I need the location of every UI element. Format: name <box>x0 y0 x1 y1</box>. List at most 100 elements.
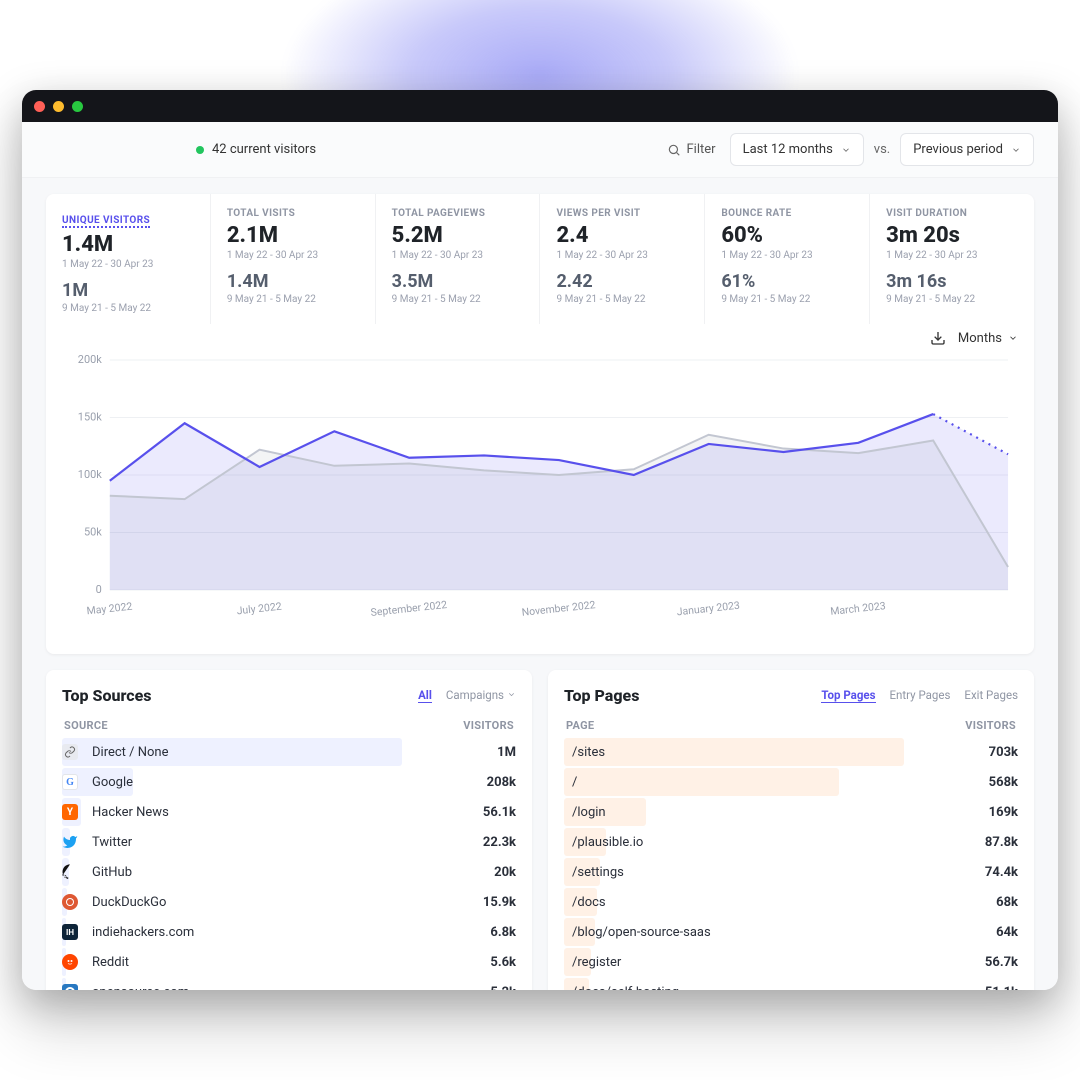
close-window-dot[interactable] <box>34 101 45 112</box>
list-item[interactable]: Direct / None 1M <box>62 738 516 766</box>
metric-value: 3m 20s <box>886 223 1018 248</box>
row-value: 22.3k <box>460 835 516 850</box>
top-sources-panel: Top Sources AllCampaigns Source Visitors… <box>46 670 532 990</box>
svg-text:150k: 150k <box>78 410 102 423</box>
filter-button[interactable]: Filter <box>667 142 716 157</box>
list-item[interactable]: /register56.7k <box>564 948 1018 976</box>
col-source: Source <box>64 719 108 732</box>
svg-text:November 2022: November 2022 <box>521 598 596 619</box>
list-item[interactable]: /plausible.io87.8k <box>564 828 1018 856</box>
tab-top-pages[interactable]: Top Pages <box>821 688 875 703</box>
minimize-window-dot[interactable] <box>53 101 64 112</box>
list-item[interactable]: opensource.com5.2k <box>62 978 516 990</box>
list-item[interactable]: Reddit5.6k <box>62 948 516 976</box>
svg-text:50k: 50k <box>84 525 102 538</box>
github-icon <box>62 864 78 880</box>
metric-value: 2.4 <box>556 223 688 248</box>
metric-views-per-visit[interactable]: VIEWS PER VISIT 2.4 1 May 22 - 30 Apr 23… <box>540 194 705 324</box>
list-item[interactable]: /sites703k <box>564 738 1018 766</box>
col-visitors: Visitors <box>965 719 1016 732</box>
row-value: 6.8k <box>460 925 516 940</box>
list-item[interactable]: /568k <box>564 768 1018 796</box>
row-value: 68k <box>962 895 1018 910</box>
duckduckgo-icon <box>62 894 78 910</box>
interval-select[interactable]: Months <box>958 331 1018 346</box>
tab-campaigns[interactable]: Campaigns <box>446 688 516 703</box>
row-value: 1M <box>460 745 516 760</box>
row-value: 74.4k <box>962 865 1018 880</box>
current-visitors-status[interactable]: 42 current visitors <box>196 142 316 157</box>
col-page: Page <box>566 719 594 732</box>
metric-compare-range: 9 May 21 - 5 May 22 <box>556 294 688 305</box>
download-icon[interactable] <box>930 330 946 346</box>
metric-compare-value: 61% <box>721 271 853 292</box>
chart-toolbar: Months <box>46 324 1034 346</box>
list-item[interactable]: GitHub 20k <box>62 858 516 886</box>
row-label: DuckDuckGo <box>86 895 166 910</box>
list-item[interactable]: DuckDuckGo15.9k <box>62 888 516 916</box>
row-value: 5.6k <box>460 955 516 970</box>
row-label: /register <box>564 955 621 970</box>
list-item[interactable]: /settings 74.4k <box>564 858 1018 886</box>
metric-visit-duration[interactable]: VISIT DURATION 3m 20s 1 May 22 - 30 Apr … <box>870 194 1034 324</box>
row-value: 20k <box>460 865 516 880</box>
svg-text:100k: 100k <box>78 468 102 481</box>
metric-compare-value: 3.5M <box>392 271 524 292</box>
list-item[interactable]: GGoogle208k <box>62 768 516 796</box>
metric-bounce-rate[interactable]: BOUNCE RATE 60% 1 May 22 - 30 Apr 23 61%… <box>705 194 870 324</box>
metric-total-visits[interactable]: TOTAL VISITS 2.1M 1 May 22 - 30 Apr 23 1… <box>211 194 376 324</box>
maximize-window-dot[interactable] <box>72 101 83 112</box>
row-label: Direct / None <box>86 745 169 760</box>
interval-label: Months <box>958 331 1002 346</box>
metric-range: 1 May 22 - 30 Apr 23 <box>62 259 194 270</box>
search-icon <box>667 143 681 157</box>
row-value: 64k <box>962 925 1018 940</box>
visitors-chart: 050k100k150k200kMay 2022July 2022Septemb… <box>46 346 1034 654</box>
metric-compare-range: 9 May 21 - 5 May 22 <box>392 294 524 305</box>
link-icon <box>62 744 78 760</box>
metric-range: 1 May 22 - 30 Apr 23 <box>556 250 688 261</box>
row-label: /sites <box>564 745 605 760</box>
row-value: 169k <box>962 805 1018 820</box>
list-item[interactable]: /login169k <box>564 798 1018 826</box>
row-label: GitHub <box>86 865 132 880</box>
chevron-down-icon <box>1011 145 1021 155</box>
compare-select-label: Previous period <box>913 142 1003 157</box>
metric-label: VIEWS PER VISIT <box>556 208 688 219</box>
tab-all[interactable]: All <box>418 688 432 703</box>
titlebar <box>22 90 1058 122</box>
top-pages-panel: Top Pages Top PagesEntry PagesExit Pages… <box>548 670 1034 990</box>
filter-label: Filter <box>687 142 716 157</box>
row-label: /docs/self-hosting <box>564 985 679 991</box>
list-item[interactable]: /blog/open-source-saas 64k <box>564 918 1018 946</box>
metric-total-pageviews[interactable]: TOTAL PAGEVIEWS 5.2M 1 May 22 - 30 Apr 2… <box>376 194 541 324</box>
list-item[interactable]: /docs/self-hosting51.1k <box>564 978 1018 990</box>
metric-range: 1 May 22 - 30 Apr 23 <box>886 250 1018 261</box>
list-item[interactable]: YHacker News56.1k <box>62 798 516 826</box>
metric-compare-range: 9 May 21 - 5 May 22 <box>886 294 1018 305</box>
reddit-icon <box>62 954 78 970</box>
row-label: opensource.com <box>86 985 189 991</box>
row-label: /blog/open-source-saas <box>564 925 711 940</box>
chevron-down-icon <box>1008 333 1018 343</box>
row-value: 56.1k <box>460 805 516 820</box>
row-value: 87.8k <box>962 835 1018 850</box>
period-select[interactable]: Last 12 months <box>730 133 864 166</box>
list-item[interactable]: Twitter22.3k <box>62 828 516 856</box>
list-item[interactable]: IHindiehackers.com6.8k <box>62 918 516 946</box>
row-label: /settings <box>564 865 624 880</box>
metric-unique-visitors[interactable]: UNIQUE VISITORS 1.4M 1 May 22 - 30 Apr 2… <box>46 194 211 324</box>
tab-entry-pages[interactable]: Entry Pages <box>890 688 951 703</box>
list-item[interactable]: /docs68k <box>564 888 1018 916</box>
svg-text:200k: 200k <box>78 353 102 366</box>
chevron-down-icon <box>507 688 516 702</box>
metric-range: 1 May 22 - 30 Apr 23 <box>721 250 853 261</box>
live-dot-icon <box>196 146 204 154</box>
tab-exit-pages[interactable]: Exit Pages <box>964 688 1018 703</box>
row-label: Google <box>86 775 133 790</box>
metric-value: 1.4M <box>62 232 194 257</box>
metric-label: BOUNCE RATE <box>721 208 853 219</box>
svg-text:January 2023: January 2023 <box>676 599 740 619</box>
compare-select[interactable]: Previous period <box>900 133 1034 166</box>
google-icon: G <box>62 774 78 790</box>
